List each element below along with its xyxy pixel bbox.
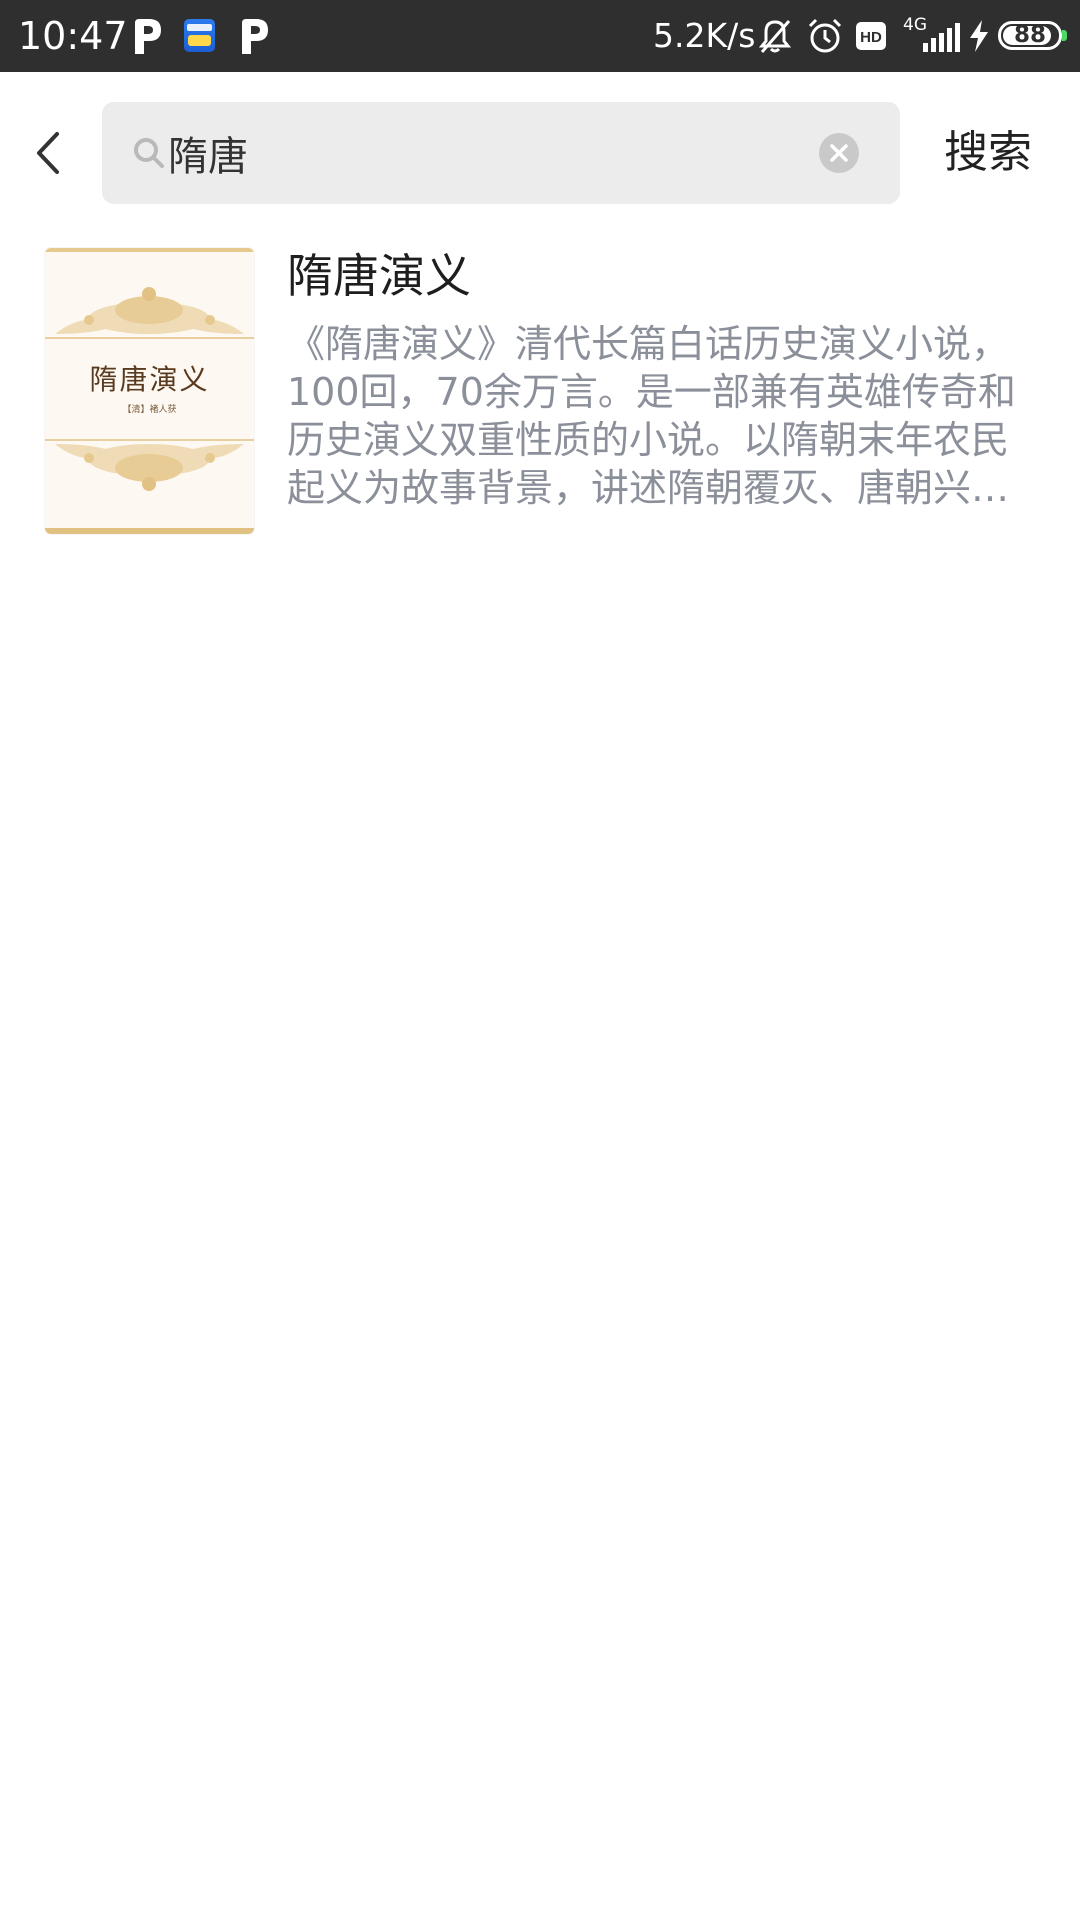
book-cover[interactable]: 隋唐演义 【清】褚人获 [45, 248, 254, 534]
search-button[interactable]: 搜索 [944, 124, 1032, 182]
news-app-icon [184, 19, 215, 52]
back-button[interactable] [22, 120, 82, 186]
cover-author: 【清】褚人获 [122, 405, 177, 415]
clear-search-button[interactable] [819, 133, 859, 173]
clear-icon [830, 144, 848, 162]
search-icon [134, 138, 164, 168]
status-time: 10:47 [18, 14, 128, 58]
status-bar: 10:47 5.2K/s HD 4G 88 [0, 0, 1080, 72]
p-app-icon [242, 19, 268, 54]
p-app-icon [135, 19, 161, 54]
bell-muted-icon [758, 20, 792, 53]
search-box[interactable] [102, 102, 900, 204]
book-title[interactable]: 隋唐演义 [287, 244, 471, 308]
alarm-icon [808, 18, 842, 53]
cover-ornament-top-icon [45, 287, 254, 339]
book-description: 《隋唐演义》清代长篇白话历史演义小说，100回，70余万言。是一部兼有英雄传奇和… [287, 322, 1016, 510]
signal-icon [923, 23, 960, 52]
search-input[interactable] [168, 120, 788, 186]
search-result-item[interactable]: 隋唐演义 【清】褚人获 隋唐演义 《隋唐演义》清代长篇白话历史演义小说，100回… [0, 244, 1080, 544]
hd-icon: HD [856, 22, 886, 50]
charging-icon [970, 20, 988, 52]
cover-title: 隋唐演义 [89, 363, 210, 396]
chevron-left-icon [37, 132, 59, 174]
network-speed: 5.2K/s [653, 16, 756, 55]
cover-ornament-bottom-icon [45, 439, 254, 491]
battery-level: 88 [1013, 22, 1046, 48]
battery-icon: 88 [998, 21, 1067, 50]
svg-text:HD: HD [860, 29, 882, 46]
